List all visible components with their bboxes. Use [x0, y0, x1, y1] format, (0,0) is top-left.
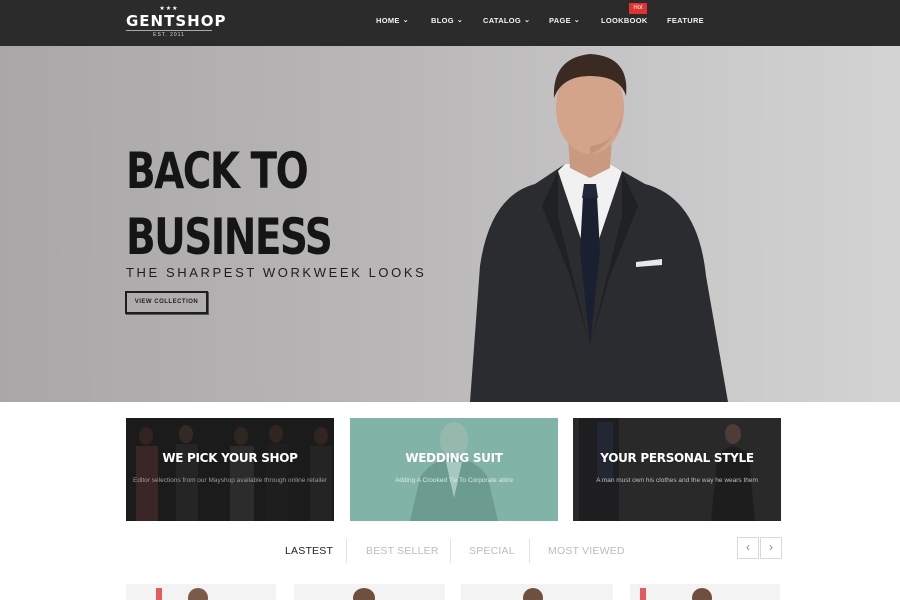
nav-item-catalog[interactable]: CATALOG ⌄: [483, 16, 530, 28]
carousel-next-button[interactable]: ›: [760, 537, 782, 559]
chevron-down-icon: ⌄: [456, 17, 464, 24]
logo-tagline: EST. 2011: [126, 30, 212, 38]
banner-wedding-suit[interactable]: WEDDING SUIT Adding A Crooked Tie To Cor…: [350, 418, 558, 521]
banner-your-personal-style[interactable]: YOUR PERSONAL STYLE A man must own his c…: [573, 418, 781, 521]
hero-title: BACK TO BUSINESS: [126, 138, 376, 270]
hot-badge: Hot: [629, 3, 647, 14]
banner-image: [573, 418, 781, 521]
nav-item-page[interactable]: PAGE ⌄: [549, 16, 580, 28]
nav-item-home[interactable]: HOME ⌄: [376, 16, 409, 28]
nav-item-label: PAGE: [549, 16, 571, 25]
product-image: [126, 584, 276, 600]
banner-image: [350, 418, 558, 521]
product-image: [630, 584, 780, 600]
banner-description: Editor selections from our Mayshop avail…: [132, 477, 328, 484]
hero-title-line2: BUSINESS: [126, 208, 333, 266]
banner-description: A man must own his clothes and the way h…: [596, 477, 758, 484]
banner-title: WE PICK YOUR SHOP: [162, 451, 298, 465]
product-thumbnail[interactable]: [461, 584, 613, 600]
hero-slider: BACK TO BUSINESS THE SHARPEST WORKWEEK L…: [0, 46, 900, 402]
nav-item-lookbook[interactable]: LOOKBOOK: [601, 16, 648, 28]
carousel-prev-button[interactable]: ‹: [737, 537, 759, 559]
tab-divider: [346, 539, 347, 563]
product-image: [461, 584, 613, 600]
product-thumbnail[interactable]: [630, 584, 780, 600]
tab-best-seller[interactable]: BEST SELLER: [366, 545, 439, 559]
product-thumbnail[interactable]: [126, 584, 276, 600]
tab-most-viewed[interactable]: MOST VIEWED: [548, 545, 625, 559]
nav-item-label: HOME: [376, 16, 400, 25]
chevron-down-icon: ⌄: [524, 17, 531, 24]
nav-item-label: BLOG: [431, 16, 454, 25]
tab-divider: [450, 539, 451, 563]
product-thumbnail[interactable]: [294, 584, 445, 600]
logo-name: GENTSHOP: [126, 12, 227, 30]
nav-item-blog[interactable]: BLOG ⌄: [431, 16, 463, 28]
nav-item-label: FEATURE: [667, 16, 704, 25]
tab-divider: [529, 539, 530, 563]
tab-lastest[interactable]: LASTEST: [285, 545, 333, 559]
tab-special[interactable]: SPECIAL: [469, 545, 515, 559]
logo[interactable]: ★★★ GENTSHOP EST. 2011: [126, 6, 227, 38]
chevron-down-icon: ⌄: [573, 17, 581, 24]
view-collection-button[interactable]: VIEW COLLECTION: [125, 291, 208, 314]
site-header: ★★★ GENTSHOP EST. 2011 HOME ⌄ BLOG ⌄ CATAL…: [0, 0, 900, 46]
banner-description: Adding A Crooked Tie To Corporate attire: [394, 477, 514, 484]
nav-item-label: CATALOG: [483, 16, 522, 25]
chevron-left-icon: ‹: [746, 540, 750, 554]
product-image: [294, 584, 445, 600]
nav-item-label: LOOKBOOK: [601, 16, 648, 25]
banner-title: YOUR PERSONAL STYLE: [600, 451, 754, 465]
chevron-down-icon: ⌄: [402, 17, 409, 24]
banner-image: [126, 418, 334, 521]
hero-title-line1: BACK TO: [126, 142, 309, 200]
banner-title: WEDDING SUIT: [405, 451, 503, 465]
banner-we-pick-your-shop[interactable]: WE PICK YOUR SHOP Editor selections from…: [126, 418, 334, 521]
hero-subtitle: THE SHARPEST WORKWEEK LOOKS: [126, 265, 427, 280]
chevron-right-icon: ›: [769, 540, 773, 554]
hero-model-image: [470, 54, 728, 402]
nav-item-feature[interactable]: FEATURE: [667, 16, 704, 28]
page: ★★★ GENTSHOP EST. 2011 HOME ⌄ BLOG ⌄ CATAL…: [0, 0, 900, 600]
